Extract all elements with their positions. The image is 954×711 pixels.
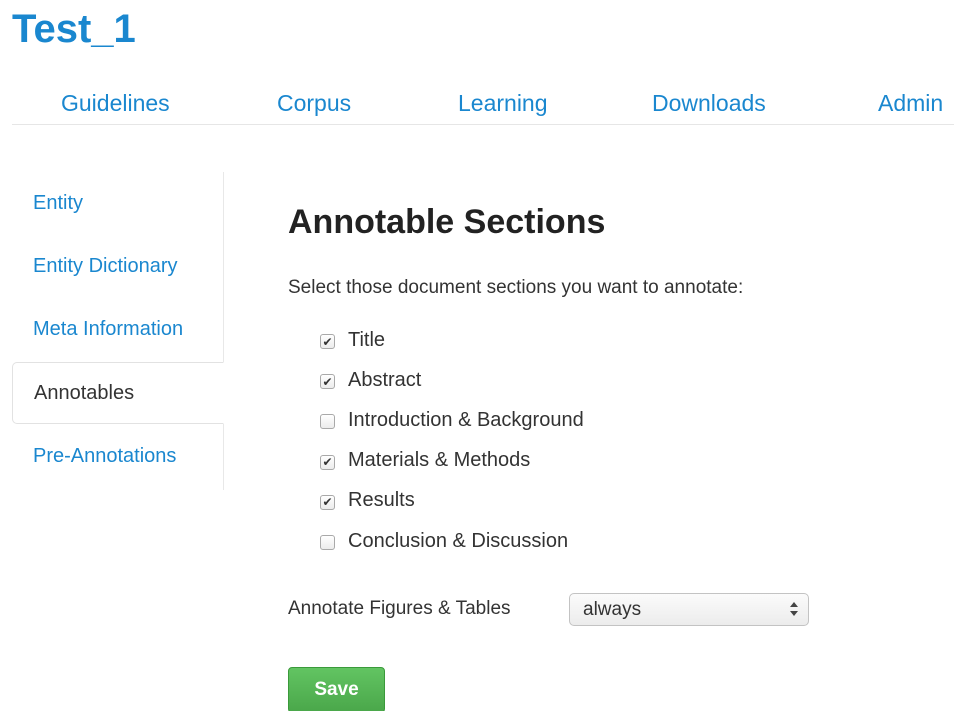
section-option-conclusion: Conclusion & Discussion [320,521,584,561]
sidebar-item-annotables[interactable]: Annotables [12,362,224,424]
checkbox-results[interactable]: ✔ [320,494,335,510]
section-option-introduction: Introduction & Background [320,400,584,440]
nav-learning[interactable]: Learning [458,88,548,118]
checkbox-label: Introduction & Background [348,408,584,431]
page-title: Annotable Sections [288,203,606,241]
checkbox-label: Abstract [348,368,422,391]
figures-tables-label: Annotate Figures & Tables [288,598,511,619]
instruction-text: Select those document sections you want … [288,277,744,298]
select-updown-icon [790,602,798,616]
nav-downloads[interactable]: Downloads [652,88,766,118]
section-option-results: ✔ Results [320,481,584,521]
section-option-methods: ✔ Materials & Methods [320,441,584,481]
check-icon: ✔ [322,374,333,389]
section-option-title: ✔ Title [320,320,584,360]
nav-guidelines[interactable]: Guidelines [61,88,170,118]
check-icon: ✔ [322,495,333,510]
nav-corpus[interactable]: Corpus [277,88,351,118]
side-nav: Entity Entity Dictionary Meta Informatio… [12,172,224,490]
sidebar-item-entity-dictionary[interactable]: Entity Dictionary [12,235,223,297]
checkbox-label: Conclusion & Discussion [348,529,569,552]
app-title[interactable]: Test_1 [12,0,136,58]
top-nav: Guidelines Corpus Learning Downloads Adm… [12,82,954,125]
nav-admin[interactable]: Admin [878,88,943,118]
check-icon: ✔ [322,455,333,470]
page: Test_1 Guidelines Corpus Learning Downlo… [0,0,954,711]
section-option-abstract: ✔ Abstract [320,360,584,400]
checkbox-conclusion[interactable] [320,535,335,551]
checkbox-label: Results [348,489,415,512]
checkbox-abstract[interactable]: ✔ [320,374,335,390]
sidebar-item-pre-annotations[interactable]: Pre-Annotations [12,425,223,487]
sidebar-item-meta-information[interactable]: Meta Information [12,298,223,360]
checkbox-introduction[interactable] [320,414,335,430]
figures-tables-select[interactable]: always [569,593,809,626]
checkbox-label: Title [348,328,386,351]
section-checkbox-list: ✔ Title ✔ Abstract Introduction & Backgr… [320,320,584,561]
select-value: always [583,599,642,620]
save-button[interactable]: Save [288,667,385,711]
checkbox-label: Materials & Methods [348,449,531,472]
sidebar-item-entity[interactable]: Entity [12,172,223,234]
checkbox-methods[interactable]: ✔ [320,454,335,470]
check-icon: ✔ [322,334,333,349]
checkbox-title[interactable]: ✔ [320,334,335,350]
